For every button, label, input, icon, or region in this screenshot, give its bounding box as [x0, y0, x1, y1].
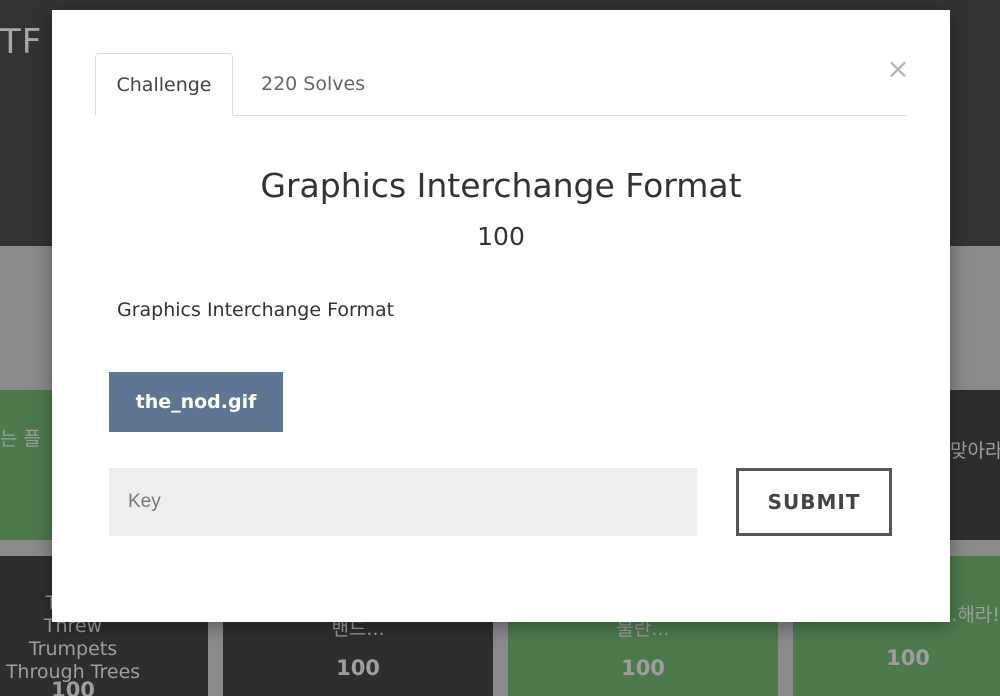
tile-points: 100 [621, 656, 665, 680]
tile-name: 맞아라 [950, 440, 1000, 462]
tile-name: 는 플 [0, 428, 41, 450]
challenge-description: Graphics Interchange Format [117, 299, 395, 321]
challenge-points: 100 [477, 222, 525, 251]
modal-tabs: Challenge 220 Solves [95, 53, 907, 116]
tile-points: 100 [51, 678, 95, 696]
challenge-title: Graphics Interchange Format [260, 166, 742, 205]
tab-challenge[interactable]: Challenge [95, 53, 233, 116]
challenge-tile[interactable]: 는 플 [0, 390, 52, 540]
tile-points: 100 [886, 646, 930, 670]
tab-solves[interactable]: 220 Solves [261, 53, 365, 115]
challenge-modal: × Challenge 220 Solves Graphics Intercha… [52, 10, 950, 622]
key-input[interactable] [109, 468, 697, 536]
tile-points: 100 [336, 656, 380, 680]
brand-title: TF [0, 22, 43, 62]
submit-button[interactable]: SUBMIT [736, 468, 892, 536]
challenge-tile[interactable]: 맞아라 [950, 390, 1000, 540]
file-download-button[interactable]: the_nod.gif [109, 372, 283, 432]
